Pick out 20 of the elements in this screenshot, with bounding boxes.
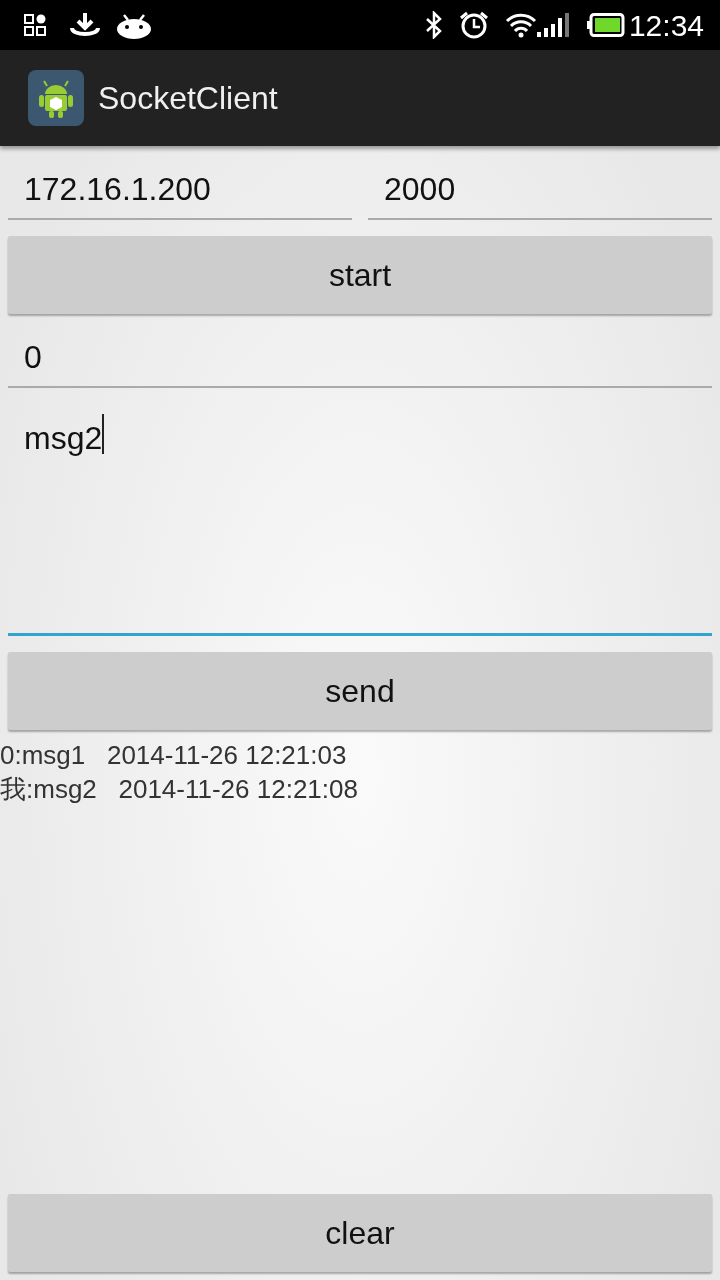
start-button[interactable]: start — [8, 236, 712, 314]
apps-icon — [24, 14, 46, 36]
clear-button[interactable]: clear — [8, 1194, 712, 1272]
clock-time: 12:34 — [628, 7, 704, 44]
host-field[interactable]: 172.16.1.200 — [8, 162, 352, 220]
wifi-icon — [504, 12, 537, 38]
port-field[interactable]: 2000 — [368, 162, 712, 220]
log-line: 0:msg1 2014-11-26 12:21:03 — [0, 739, 347, 772]
send-button[interactable]: send — [8, 652, 712, 730]
battery-icon — [586, 13, 625, 37]
bluetooth-icon — [424, 11, 443, 39]
message-field[interactable]: msg2 — [8, 396, 712, 636]
app-icon[interactable] — [28, 70, 84, 126]
alarm-icon — [458, 11, 489, 39]
app-title: SocketClient — [98, 79, 278, 118]
signal-icon — [536, 12, 571, 38]
download-icon — [70, 12, 100, 38]
log-line: 我:msg2 2014-11-26 12:21:08 — [0, 773, 358, 806]
text-cursor — [102, 414, 105, 454]
target-field[interactable]: 0 — [8, 330, 712, 388]
